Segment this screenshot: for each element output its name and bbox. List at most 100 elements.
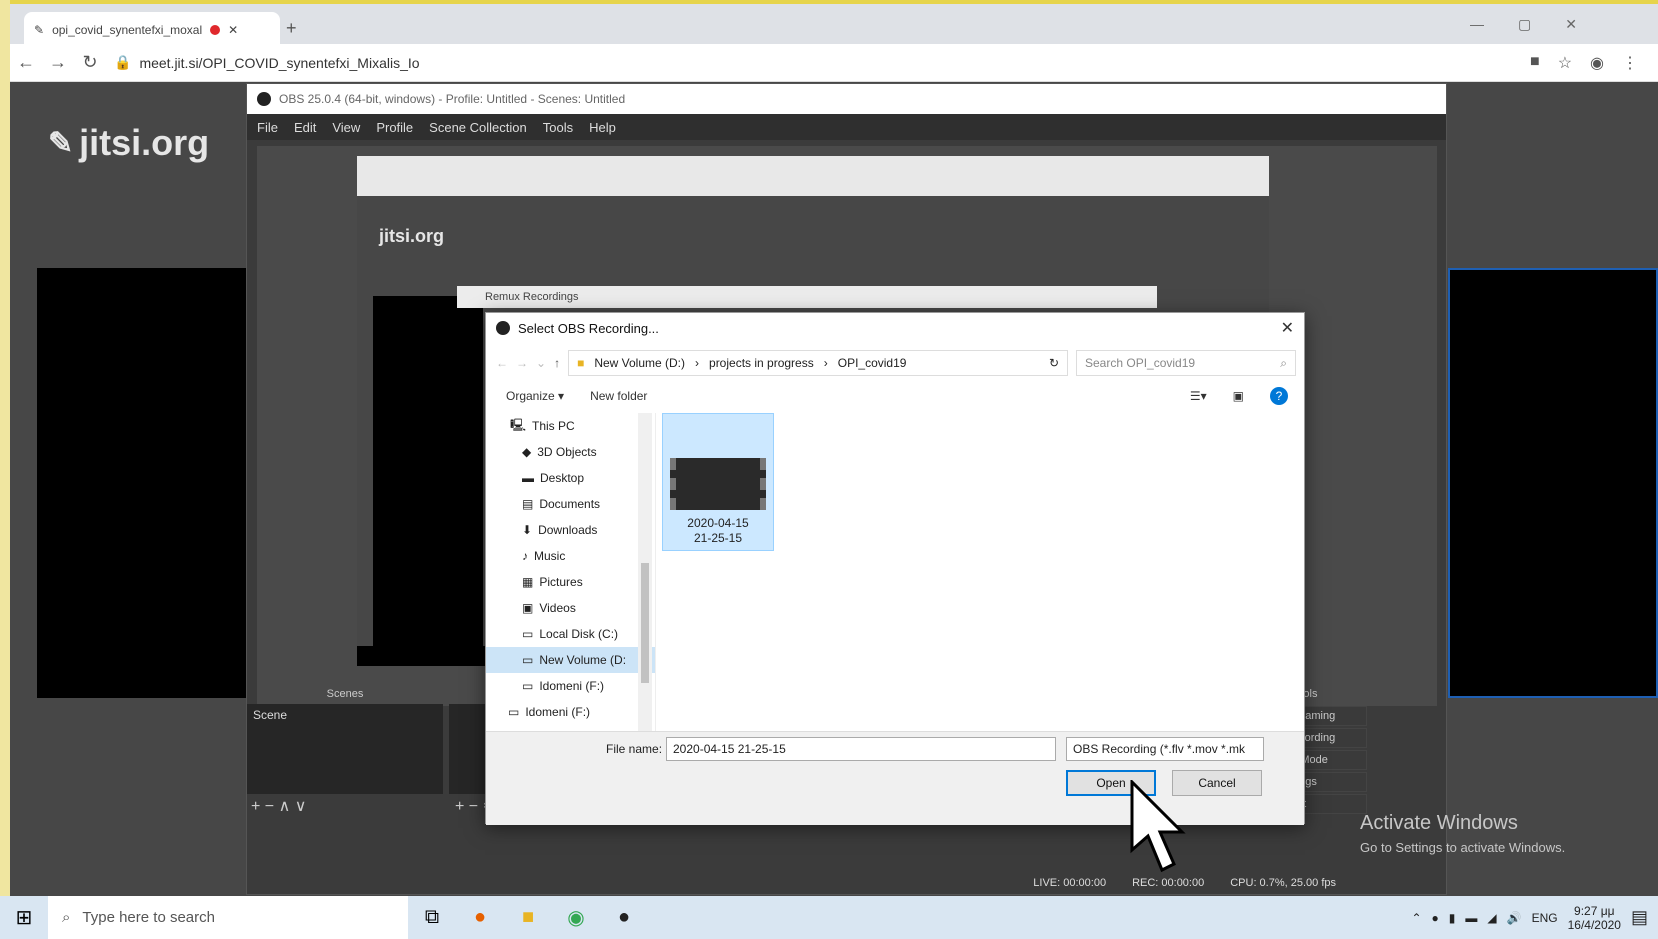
reload-button[interactable]: ↻ [74,47,106,79]
jitsi-favicon-icon: ✎ [34,23,45,37]
address-row: ← → ⌄ ↑ ■ New Volume (D:) › projects in … [496,349,1296,377]
drive-icon: ▭ [522,679,534,693]
file-name-input[interactable]: 2020-04-15 21-25-15 [666,737,1056,761]
cpu-usage: CPU: 0.7%, 25.00 fps [1230,877,1336,889]
clock-date: 16/4/2020 [1567,917,1621,932]
wifi-icon[interactable]: ◢ [1487,911,1496,925]
activate-windows-subtitle: Go to Settings to activate Windows. [1360,840,1566,855]
breadcrumb[interactable]: ■ New Volume (D:) › projects in progress… [568,350,1068,376]
maximize-icon[interactable]: ▢ [1518,16,1531,33]
clock[interactable]: 9:27 μμ 16/4/2020 [1568,904,1621,932]
nav-label: Downloads [538,523,598,537]
refresh-icon[interactable]: ↻ [1049,356,1059,370]
nav-videos[interactable]: ▣ Videos [486,595,655,621]
file-item[interactable]: 2020-04-15 21-25-15 [662,413,774,551]
back-button[interactable]: ← [10,47,42,79]
live-timer: LIVE: 00:00:00 [1033,877,1107,889]
file-explorer-icon[interactable]: ■ [504,896,552,939]
menu-tools[interactable]: Tools [543,120,573,135]
menu-scene-collection[interactable]: Scene Collection [429,120,527,135]
nav-scrollbar[interactable] [638,413,652,731]
language-indicator[interactable]: ENG [1532,911,1558,925]
window-controls: — ▢ ✕ [1470,16,1577,33]
obs-tray-icon[interactable]: ● [1432,911,1439,925]
nav-downloads[interactable]: ⬇ Downloads [486,517,655,543]
breadcrumb-item[interactable]: New Volume (D:) [594,356,685,370]
file-type-select[interactable]: OBS Recording (*.flv *.mov *.mk [1066,737,1264,761]
up-arrow-icon[interactable]: ↑ [554,356,560,370]
firefox-icon[interactable]: ● [456,896,504,939]
menu-edit[interactable]: Edit [294,120,316,135]
nav-idomeni-2[interactable]: ▭ Idomeni (F:) [486,699,655,725]
notifications-icon[interactable]: ▤ [1631,907,1648,928]
rec-timer: REC: 00:00:00 [1132,877,1205,889]
nav-label: 3D Objects [537,445,597,459]
menu-file[interactable]: File [257,120,278,135]
profile-icon[interactable]: ◉ [1590,53,1604,73]
organize-button[interactable]: Organize ▾ [506,389,564,403]
search-icon: ⌕ [1280,355,1287,370]
obs-taskbar-icon[interactable]: ● [600,896,648,939]
nav-desktop[interactable]: ▬ Desktop [486,465,655,491]
nav-label: Music [534,549,566,563]
nav-label: Documents [539,497,601,511]
nav-this-pc[interactable]: 🖳 This PC [486,413,655,439]
new-folder-button[interactable]: New folder [590,389,647,403]
nav-pictures[interactable]: ▦ Pictures [486,569,655,595]
camera-icon[interactable]: ■ [1530,53,1540,73]
browser-tab[interactable]: ✎ opi_covid_synentefxi_moxal ✕ [24,12,280,48]
nav-music[interactable]: ♪ Music [486,543,655,569]
browser-tab-bar: ✎ opi_covid_synentefxi_moxal ✕ + — ▢ ✕ [10,0,1658,48]
breadcrumb-item[interactable]: projects in progress [709,356,814,370]
scenes-header: Scenes [326,688,364,700]
address-bar[interactable]: 🔒 meet.jit.si/OPI_COVID_synentefxi_Mixal… [114,54,420,71]
file-name-line: 21-25-15 [693,531,743,545]
preview-pane-icon[interactable]: ▣ [1233,389,1244,403]
file-list: 2020-04-15 21-25-15 [662,413,1298,731]
menu-icon[interactable]: ⋮ [1622,53,1638,73]
task-view-icon[interactable]: ⧉ [408,896,456,939]
bookmark-star-icon[interactable]: ☆ [1558,53,1572,73]
dialog-close-icon[interactable]: ✕ [1281,318,1294,338]
lock-icon: 🔒 [114,54,132,70]
toolbar-actions: ■ ☆ ◉ ⋮ [1530,53,1658,73]
nav-documents[interactable]: ▤ Documents [486,491,655,517]
volume-icon[interactable]: 🔊 [1507,911,1522,925]
minimize-icon[interactable]: — [1470,16,1484,33]
scenes-list: Scene [247,704,443,794]
file-open-dialog: Select OBS Recording... ✕ ← → ⌄ ↑ ■ New … [485,312,1305,825]
nav-3d-objects[interactable]: ◆ 3D Objects [486,439,655,465]
menu-profile[interactable]: Profile [376,120,413,135]
nav-idomeni[interactable]: ▭ Idomeni (F:) [486,673,655,699]
close-tab-icon[interactable]: ✕ [228,23,238,37]
jitsi-logo-text: jitsi.org [79,122,210,163]
help-icon[interactable]: ? [1270,387,1288,405]
taskbar-search[interactable]: ⌕ Type here to search [48,896,408,939]
scene-tools[interactable]: + − ∧ ∨ [251,796,306,816]
file-name-line: 2020-04-15 [687,516,749,530]
chrome-icon[interactable]: ◉ [552,896,600,939]
nav-local-disk[interactable]: ▭ Local Disk (C:) [486,621,655,647]
chevron-up-icon[interactable]: ⌃ [1411,911,1421,925]
forward-arrow-icon[interactable]: → [516,356,528,370]
menu-help[interactable]: Help [589,120,616,135]
remote-video-thumbnail[interactable] [1448,268,1658,698]
windows-start-icon[interactable]: ⊞ [0,896,48,939]
microphone-icon[interactable]: ▮ [1449,911,1456,925]
new-tab-button[interactable]: + [286,18,297,39]
close-window-icon[interactable]: ✕ [1565,16,1577,33]
obs-menubar: File Edit View Profile Scene Collection … [247,114,1446,140]
search-input[interactable]: Search OPI_covid19 ⌕ [1076,350,1296,376]
forward-button[interactable]: → [42,47,74,79]
breadcrumb-item[interactable]: OPI_covid19 [838,356,907,370]
back-arrow-icon[interactable]: ← [496,356,508,370]
network-icon[interactable]: ▬ [1465,911,1477,925]
scrollbar-thumb[interactable] [641,563,649,683]
recent-locations-icon[interactable]: ⌄ [536,356,546,370]
menu-view[interactable]: View [332,120,360,135]
scene-item[interactable]: Scene [247,704,443,726]
command-bar: Organize ▾ New folder ☰▾ ▣ ? [496,381,1296,411]
view-options-icon[interactable]: ☰▾ [1190,389,1207,403]
chevron-right-icon: › [695,356,700,370]
nav-new-volume[interactable]: ▭ New Volume (D: [486,647,655,673]
